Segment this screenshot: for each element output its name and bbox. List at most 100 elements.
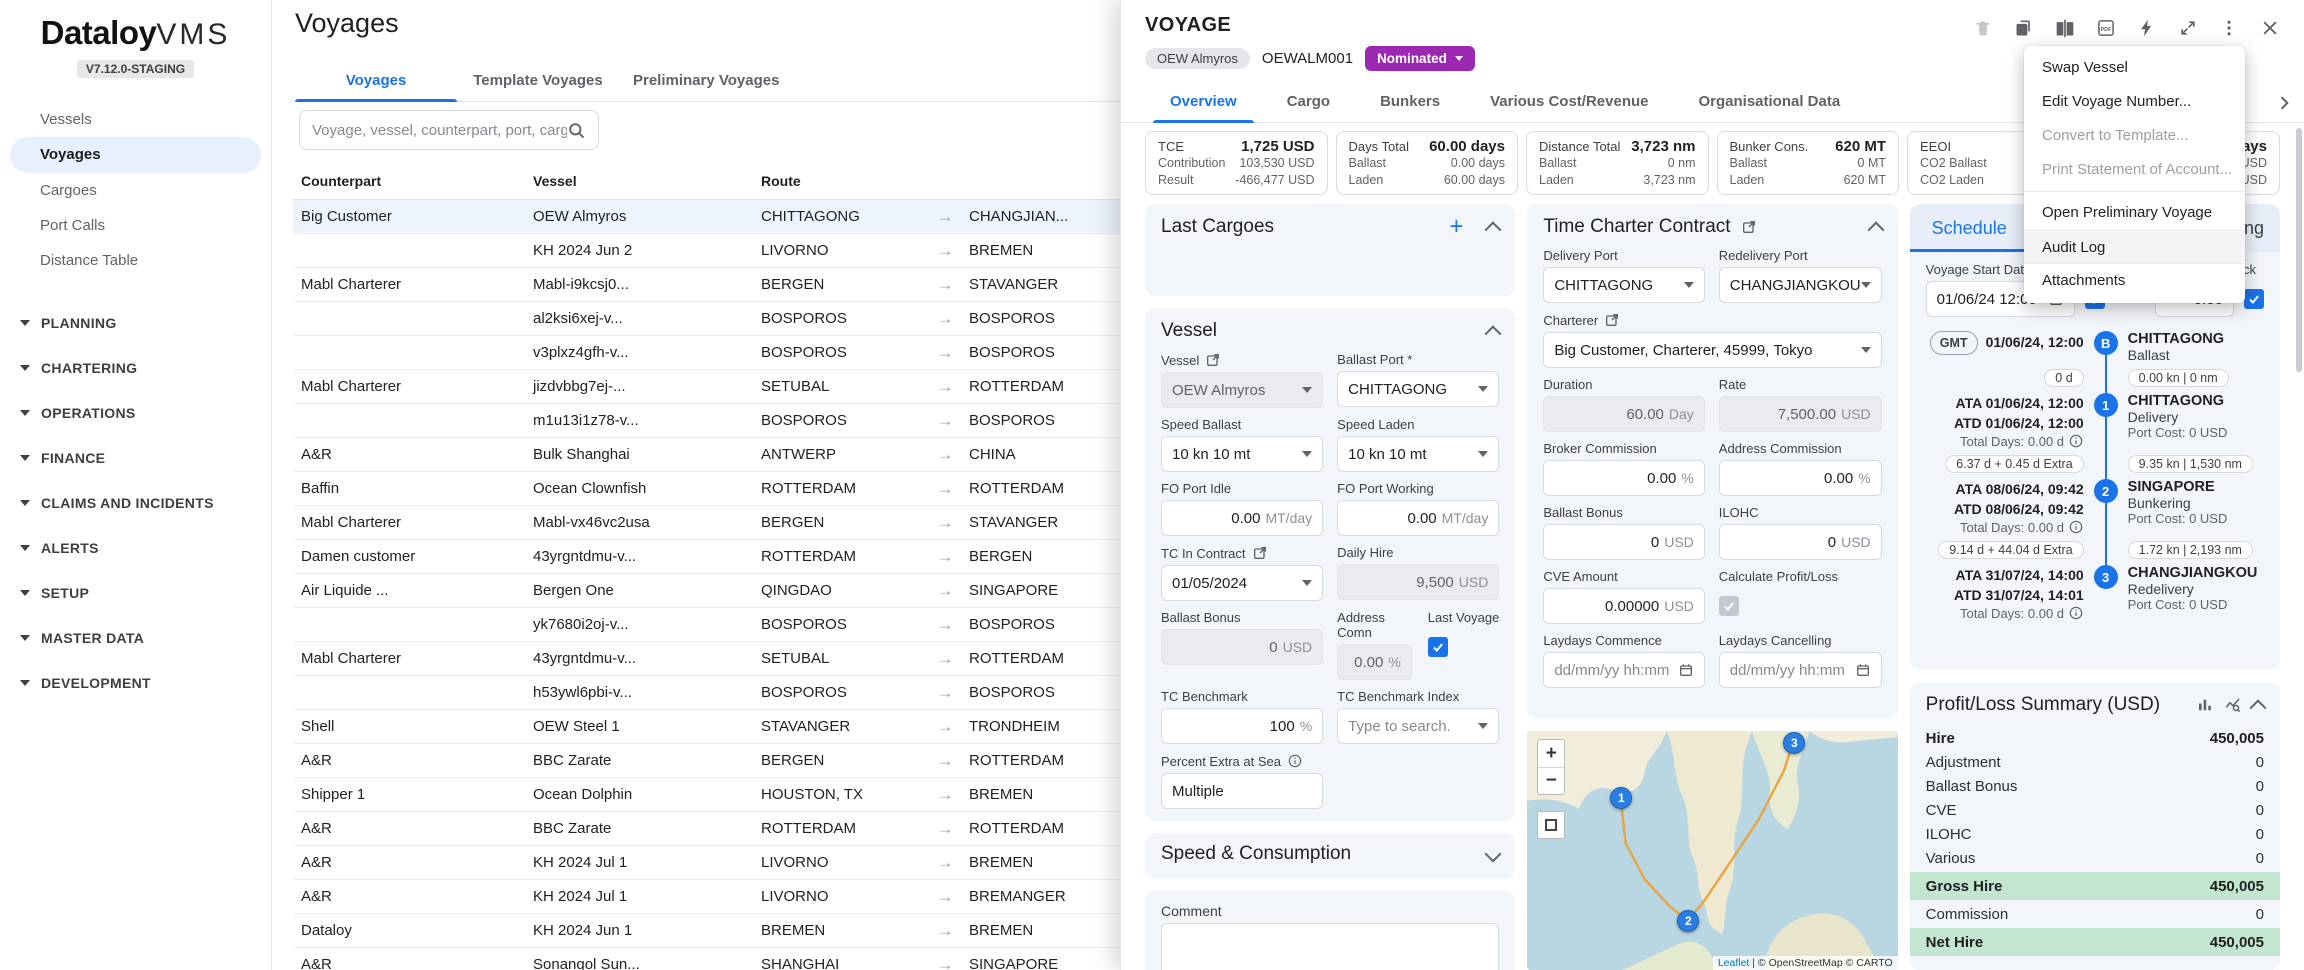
sidebar-item-voyages[interactable]: Voyages <box>10 137 261 173</box>
field-group-speed-laden: Speed Laden10 kn 10 mt <box>1337 417 1499 472</box>
search-input[interactable] <box>299 110 599 150</box>
map-attribution: Leaflet | © OpenStreetMap © CARTO <box>1713 956 1898 970</box>
field-tc-benchmark[interactable]: 100% <box>1161 708 1323 744</box>
external-link-icon[interactable] <box>1604 312 1620 328</box>
tab-overview[interactable]: Overview <box>1145 83 1262 122</box>
leaflet-link[interactable]: Leaflet <box>1718 957 1750 969</box>
info-icon[interactable] <box>1287 753 1303 769</box>
field-speed-ballast[interactable]: 10 kn 10 mt <box>1161 436 1323 472</box>
copy-icon[interactable] <box>2014 18 2034 38</box>
pdf-icon[interactable]: PDF <box>2096 18 2116 38</box>
timeline-node-3[interactable]: 3 <box>2094 565 2118 589</box>
lock-checkbox[interactable] <box>2244 289 2264 309</box>
sidebar-item-port-calls[interactable]: Port Calls <box>0 208 271 243</box>
menu-item-audit-log[interactable]: Audit Log <box>2024 230 2245 264</box>
field-ballast-port[interactable]: CHITTAGONG <box>1337 371 1499 407</box>
sidebar-item-cargoes[interactable]: Cargoes <box>0 173 271 208</box>
field-address-commission[interactable]: 0.00% <box>1719 460 1882 496</box>
external-link-icon[interactable] <box>1741 219 1757 235</box>
sidebar-section-operations[interactable]: OPERATIONS <box>0 390 271 435</box>
sidebar-section-master-data[interactable]: MASTER DATA <box>0 615 271 660</box>
expand-speed-consumption-icon[interactable] <box>1485 846 1502 863</box>
menu-item-swap-vessel[interactable]: Swap Vessel <box>2024 51 2245 85</box>
status-dropdown[interactable]: Nominated <box>1365 46 1475 71</box>
summary-row-value: 0.00 days <box>1451 155 1505 172</box>
field-laydays-cancelling[interactable]: dd/mm/yy hh:mm <box>1719 652 1882 688</box>
field-ilohc[interactable]: 0USD <box>1719 524 1882 560</box>
info-icon[interactable] <box>2068 433 2084 449</box>
field-broker-commission[interactable]: 0.00% <box>1543 460 1704 496</box>
close-icon[interactable] <box>2260 18 2280 38</box>
menu-item-open-preliminary-voyage[interactable]: Open Preliminary Voyage <box>2024 196 2245 230</box>
add-cargo-button[interactable]: + <box>1449 218 1463 236</box>
tab-various-cost-revenue[interactable]: Various Cost/Revenue <box>1465 83 1673 122</box>
field-redelivery-port[interactable]: CHANGJIANGKOU <box>1719 267 1882 303</box>
field-speed-laden[interactable]: 10 kn 10 mt <box>1337 436 1499 472</box>
search-field[interactable] <box>312 122 567 139</box>
cell-counterpart: A&R <box>293 854 525 871</box>
map-zoom-in-button[interactable]: + <box>1538 740 1564 767</box>
tab-preliminary-voyages[interactable]: Preliminary Voyages <box>619 62 793 101</box>
map-fullscreen-button[interactable] <box>1537 811 1565 839</box>
field-cve-amount[interactable]: 0.00000USD <box>1543 588 1704 624</box>
info-icon[interactable] <box>2068 605 2084 621</box>
timeline-node-1[interactable]: 1 <box>2094 393 2118 417</box>
menu-item-edit-voyage-number[interactable]: Edit Voyage Number... <box>2024 85 2245 119</box>
route-map[interactable]: 1 2 3 + − Leaflet | © OpenStreetMap © CA… <box>1527 731 1897 970</box>
field-fo-port-working[interactable]: 0.00MT/day <box>1337 500 1499 536</box>
field-tc-in-contract[interactable]: 01/05/2024 <box>1161 565 1323 601</box>
sidebar-section-finance[interactable]: FINANCE <box>0 435 271 480</box>
field-group-ballast-bonus: Ballast Bonus0USD <box>1161 610 1323 680</box>
menu-item-attachments[interactable]: Attachments <box>2024 264 2245 298</box>
calendar-icon[interactable] <box>1678 662 1694 678</box>
field-label-text: Duration <box>1543 377 1592 392</box>
tab-voyages[interactable]: Voyages <box>295 62 457 101</box>
collapse-last-cargoes-icon[interactable] <box>1485 221 1502 238</box>
comment-input[interactable] <box>1161 923 1499 970</box>
collapse-pnl-icon[interactable] <box>2249 699 2266 716</box>
info-icon[interactable] <box>2068 519 2084 535</box>
checkbox-last-voyage[interactable] <box>1428 637 1448 657</box>
bar-chart-icon[interactable] <box>2196 696 2214 714</box>
lightning-icon[interactable] <box>2137 18 2157 38</box>
tab-organisational-data[interactable]: Organisational Data <box>1673 83 1865 122</box>
tab-template-voyages[interactable]: Template Voyages <box>457 62 619 101</box>
field-percent-extra-at-sea[interactable]: Multiple <box>1161 773 1323 809</box>
field-laydays-commence[interactable]: dd/mm/yy hh:mm <box>1543 652 1704 688</box>
tab-schedule[interactable]: Schedule <box>1910 204 2029 252</box>
field-delivery-port[interactable]: CHITTAGONG <box>1543 267 1704 303</box>
external-link-icon[interactable] <box>1252 545 1268 561</box>
field-group-tc-benchmark-index: TC Benchmark IndexType to search. <box>1337 689 1499 744</box>
sidebar-item-distance-table[interactable]: Distance Table <box>0 243 271 278</box>
chevron-down-icon <box>1302 580 1312 586</box>
sidebar-section-setup[interactable]: SETUP <box>0 570 271 615</box>
field-charterer[interactable]: Big Customer, Charterer, 45999, Tokyo <box>1543 332 1881 368</box>
panel-scrollbar[interactable] <box>2296 128 2302 372</box>
sidebar-section-planning[interactable]: PLANNING <box>0 300 271 345</box>
expand-icon[interactable] <box>2178 18 2198 38</box>
field-ballast-bonus[interactable]: 0USD <box>1543 524 1704 560</box>
tabs-more-icon[interactable] <box>2274 93 2294 113</box>
total-days-value: Total Days: 0.00 d <box>1926 519 2084 535</box>
sidebar-section-claims-and-incidents[interactable]: CLAIMS AND INCIDENTS <box>0 480 271 525</box>
collapse-vessel-icon[interactable] <box>1485 325 1502 342</box>
sidebar-section-alerts[interactable]: ALERTS <box>0 525 271 570</box>
tab-bunkers[interactable]: Bunkers <box>1355 83 1465 122</box>
kebab-menu-icon[interactable] <box>2219 18 2239 38</box>
line-chart-icon[interactable] <box>2224 696 2242 714</box>
field-fo-port-idle[interactable]: 0.00MT/day <box>1161 500 1323 536</box>
timeline-node-2[interactable]: 2 <box>2094 479 2118 503</box>
compare-icon[interactable] <box>2055 18 2075 38</box>
cell-route-from: BREMEN <box>753 922 921 939</box>
sidebar-section-chartering[interactable]: CHARTERING <box>0 345 271 390</box>
tab-cargo[interactable]: Cargo <box>1262 83 1355 122</box>
tab-schedule-sibling[interactable]: ng <box>2244 204 2264 252</box>
sidebar-section-development[interactable]: DEVELOPMENT <box>0 660 271 705</box>
sidebar-item-vessels[interactable]: Vessels <box>0 102 271 137</box>
map-zoom-out-button[interactable]: − <box>1538 767 1564 794</box>
collapse-tcc-icon[interactable] <box>1867 221 1884 238</box>
external-link-icon[interactable] <box>1205 352 1221 368</box>
timeline-node-B[interactable]: B <box>2094 331 2118 355</box>
calendar-icon[interactable] <box>1855 662 1871 678</box>
field-tc-benchmark-index[interactable]: Type to search. <box>1337 708 1499 744</box>
